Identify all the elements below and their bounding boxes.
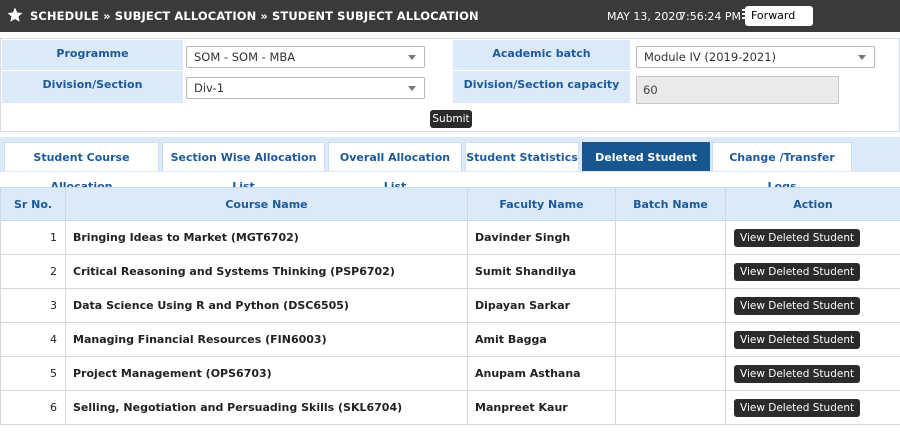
batch-name-cell bbox=[615, 356, 726, 391]
capacity-label: Division/Section capacity bbox=[453, 71, 630, 103]
table-header-row: Sr No. Course Name Faculty Name Batch Na… bbox=[0, 187, 900, 221]
sr-no-cell: 3 bbox=[0, 288, 66, 323]
academic-batch-label: Academic batch bbox=[453, 40, 630, 70]
header-faculty-name: Faculty Name bbox=[467, 187, 616, 221]
header-date: MAY 13, 2020 bbox=[607, 10, 683, 23]
header-time: 7:56:24 PM bbox=[679, 10, 742, 23]
sr-no-cell: 2 bbox=[0, 254, 66, 289]
faculty-name-cell: Sumit Shandilya bbox=[467, 254, 616, 289]
batch-name-cell bbox=[615, 390, 726, 425]
tab-deleted-student-list[interactable]: Deleted Student List bbox=[582, 142, 710, 193]
division-label: Division/Section bbox=[2, 71, 183, 103]
course-name-cell: Bringing Ideas to Market (MGT6702) bbox=[65, 220, 468, 255]
table-row: 6 Selling, Negotiation and Persuading Sk… bbox=[0, 390, 900, 425]
header-course-name: Course Name bbox=[65, 187, 468, 221]
course-name-cell: Selling, Negotiation and Persuading Skil… bbox=[65, 390, 468, 425]
sr-no-cell: 4 bbox=[0, 322, 66, 357]
tab-student-statistics[interactable]: Student Statistics bbox=[465, 142, 579, 171]
table-row: 3 Data Science Using R and Python (DSC65… bbox=[0, 288, 900, 323]
chevron-down-icon bbox=[408, 86, 416, 91]
programme-select[interactable]: SOM - SOM - MBA bbox=[186, 46, 425, 68]
view-deleted-student-button[interactable]: View Deleted Student bbox=[734, 398, 861, 417]
action-cell: View Deleted Student bbox=[725, 254, 900, 289]
action-cell: View Deleted Student bbox=[725, 288, 900, 323]
view-deleted-student-button[interactable]: View Deleted Student bbox=[734, 296, 861, 315]
table-row: 4 Managing Financial Resources (FIN6003)… bbox=[0, 322, 900, 357]
faculty-name-cell: Anupam Asthana bbox=[467, 356, 616, 391]
batch-name-cell bbox=[615, 220, 726, 255]
deleted-student-table: Sr No. Course Name Faculty Name Batch Na… bbox=[0, 187, 900, 425]
sr-no-cell: 1 bbox=[0, 220, 66, 255]
table-row: 1 Bringing Ideas to Market (MGT6702) Dav… bbox=[0, 220, 900, 255]
header-action: Action bbox=[725, 187, 900, 221]
faculty-name-cell: Dipayan Sarkar bbox=[467, 288, 616, 323]
view-deleted-student-button[interactable]: View Deleted Student bbox=[734, 364, 861, 383]
chevron-down-icon bbox=[858, 55, 866, 60]
faculty-name-cell: Davinder Singh bbox=[467, 220, 616, 255]
chevron-down-icon bbox=[408, 55, 416, 60]
view-deleted-student-button[interactable]: View Deleted Student bbox=[734, 330, 861, 349]
faculty-name-cell: Manpreet Kaur bbox=[467, 390, 616, 425]
forward-button[interactable]: Forward bbox=[745, 6, 813, 26]
action-cell: View Deleted Student bbox=[725, 220, 900, 255]
faculty-name-cell: Amit Bagga bbox=[467, 322, 616, 357]
division-select[interactable]: Div-1 bbox=[186, 77, 425, 99]
tab-bar: Student Course Allocation Section Wise A… bbox=[0, 137, 900, 193]
academic-batch-select[interactable]: Module IV (2019-2021) bbox=[636, 46, 875, 68]
action-cell: View Deleted Student bbox=[725, 390, 900, 425]
course-name-cell: Critical Reasoning and Systems Thinking … bbox=[65, 254, 468, 289]
top-header-bar: SCHEDULE » SUBJECT ALLOCATION » STUDENT … bbox=[0, 0, 900, 32]
view-deleted-student-button[interactable]: View Deleted Student bbox=[734, 262, 861, 281]
action-cell: View Deleted Student bbox=[725, 356, 900, 391]
course-name-cell: Data Science Using R and Python (DSC6505… bbox=[65, 288, 468, 323]
allocation-form: Programme SOM - SOM - MBA Academic batch… bbox=[0, 38, 900, 132]
tab-overall-allocation-list[interactable]: Overall Allocation List bbox=[328, 142, 462, 193]
header-batch-name: Batch Name bbox=[615, 187, 726, 221]
view-deleted-student-button[interactable]: View Deleted Student bbox=[734, 228, 861, 247]
batch-name-cell bbox=[615, 322, 726, 357]
tab-change-transfer-logs[interactable]: Change /Transfer Logs bbox=[712, 142, 852, 193]
programme-label: Programme bbox=[2, 40, 183, 70]
action-cell: View Deleted Student bbox=[725, 322, 900, 357]
submit-button[interactable]: Submit bbox=[430, 110, 472, 128]
sr-no-cell: 5 bbox=[0, 356, 66, 391]
tab-student-course-allocation[interactable]: Student Course Allocation bbox=[4, 142, 159, 193]
capacity-field: 60 bbox=[636, 76, 839, 104]
course-name-cell: Managing Financial Resources (FIN6003) bbox=[65, 322, 468, 357]
table-row: 2 Critical Reasoning and Systems Thinkin… bbox=[0, 254, 900, 289]
star-icon[interactable] bbox=[6, 6, 24, 24]
batch-name-cell bbox=[615, 254, 726, 289]
tab-section-wise-allocation-list[interactable]: Section Wise Allocation List bbox=[162, 142, 325, 193]
sr-no-cell: 6 bbox=[0, 390, 66, 425]
table-row: 5 Project Management (OPS6703) Anupam As… bbox=[0, 356, 900, 391]
course-name-cell: Project Management (OPS6703) bbox=[65, 356, 468, 391]
batch-name-cell bbox=[615, 288, 726, 323]
header-sr-no: Sr No. bbox=[0, 187, 66, 221]
breadcrumb: SCHEDULE » SUBJECT ALLOCATION » STUDENT … bbox=[30, 9, 479, 23]
